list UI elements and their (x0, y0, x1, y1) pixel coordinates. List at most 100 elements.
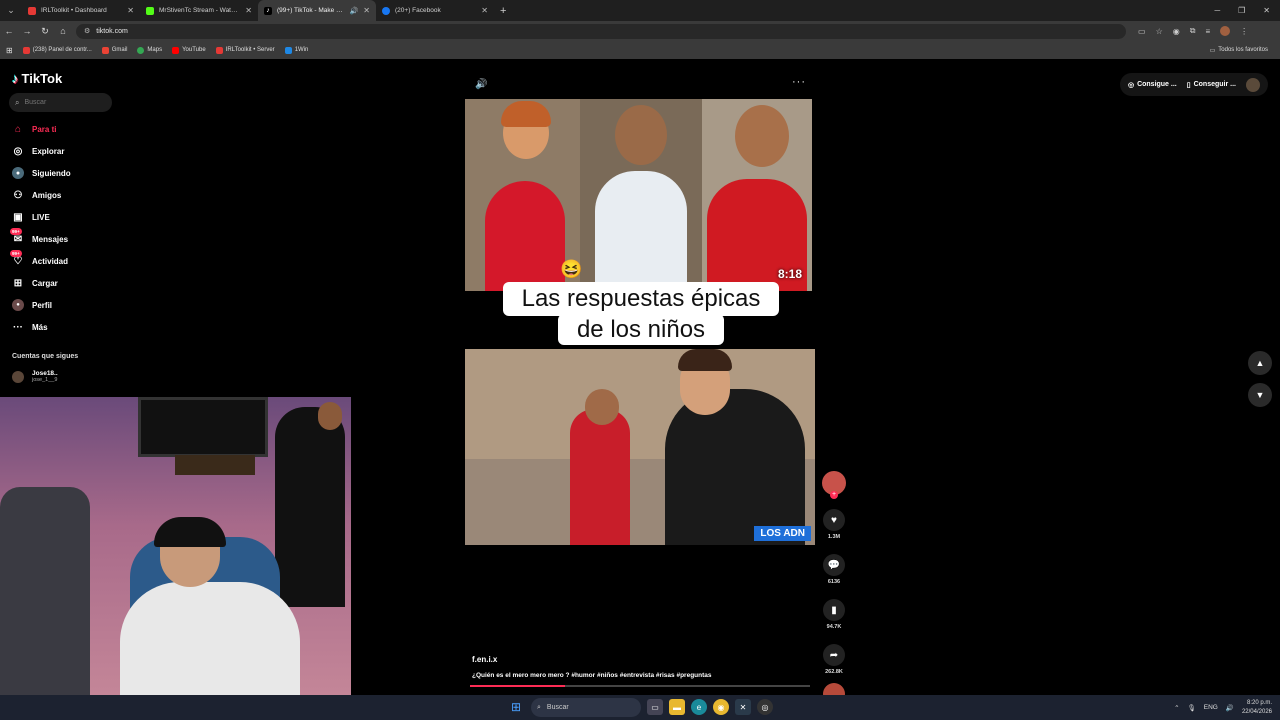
file-explorer-icon[interactable]: ▬ (669, 699, 685, 715)
creator-avatar[interactable]: + (822, 471, 846, 499)
restore-icon[interactable]: ❐ (1238, 6, 1245, 15)
microphone-icon[interactable]: 🎙 (1188, 704, 1196, 712)
close-icon[interactable]: ✕ (481, 6, 488, 15)
save-count: 94.7K (826, 624, 842, 630)
tray-expand-icon[interactable]: ⌃ (1174, 704, 1179, 712)
obs-icon[interactable]: ◎ (757, 699, 773, 715)
kid-red-shirt (485, 181, 565, 291)
close-icon[interactable]: ✕ (363, 6, 370, 15)
share-button[interactable]: ➦ (823, 644, 845, 666)
language-indicator[interactable]: ENG (1204, 704, 1218, 711)
tiktok-favicon-icon: ♪ (264, 6, 272, 15)
bookmark-gmail[interactable]: Gmail (101, 46, 127, 54)
sidebar-item-cargar[interactable]: ⊞ Cargar (12, 277, 58, 289)
bookmark-maps[interactable]: Maps (137, 46, 162, 54)
following-section-title: Cuentas que sigues (12, 353, 79, 360)
bookmark-icon: ▮ (831, 604, 837, 616)
apps-grid-icon[interactable]: ⊞ (6, 46, 13, 55)
tab-search-icon[interactable]: ⌄ (0, 0, 22, 21)
shelf (175, 455, 255, 475)
media-control-icon[interactable]: ≡ (1205, 27, 1210, 36)
bookmark-panel[interactable]: (238) Panel de contr... (22, 46, 92, 54)
man-hair (678, 349, 732, 371)
bookmark-star-icon[interactable]: ☆ (1156, 27, 1163, 36)
previous-video-button[interactable]: ▲ (1248, 351, 1272, 375)
search-input[interactable] (24, 99, 105, 106)
chrome-icon[interactable]: ◉ (713, 699, 729, 715)
browser-tab-bar: ⌄ IRLToolkit • Dashboard ✕ MrStivenTc St… (0, 0, 1280, 21)
man-black-jacket (665, 389, 805, 545)
taskbar-search[interactable]: ⌕ Buscar (531, 698, 641, 717)
chevron-up-icon: ▲ (1255, 358, 1265, 368)
get-coins-button[interactable]: ◎ Consigue ... (1128, 81, 1177, 89)
url-field[interactable]: ⚙ tiktok.com (76, 23, 1126, 39)
back-icon[interactable]: ← (0, 26, 18, 36)
onewin-icon (284, 46, 292, 54)
follow-plus-icon[interactable]: + (830, 491, 838, 499)
search-icon: ⌕ (537, 703, 541, 711)
sidebar-item-mas[interactable]: ··· Más (12, 321, 48, 333)
reload-icon[interactable]: ↻ (36, 26, 54, 37)
following-account[interactable]: Jose18.. jose_1__9 (12, 370, 58, 383)
like-button[interactable]: ♥ (823, 509, 845, 531)
sidebar-item-amigos[interactable]: ⚇ Amigos (12, 189, 62, 201)
chevron-down-icon: ▼ (1255, 390, 1265, 400)
sidebar-item-para-ti[interactable]: ⌂ Para ti (12, 123, 57, 135)
video-description: ¿Quién es el mero mero mero ? #humor #ni… (472, 672, 712, 679)
share-icon: ➦ (829, 649, 839, 661)
clock[interactable]: 8:20 p.m. 22/04/2026 (1242, 699, 1272, 717)
user-avatar[interactable] (1246, 77, 1260, 92)
sidebar-item-explorar[interactable]: ◎ Explorar (12, 145, 65, 157)
close-icon[interactable]: ✕ (245, 6, 252, 15)
task-view-icon[interactable]: ▭ (647, 699, 663, 715)
save-button[interactable]: ▮ (823, 599, 845, 621)
forward-icon[interactable]: → (18, 26, 36, 36)
site-info-icon[interactable]: ⚙ (84, 27, 90, 35)
speaker-icon[interactable]: 🔊 (350, 7, 359, 15)
video-progress-bar[interactable] (470, 685, 810, 687)
sidebar-item-siguiendo[interactable]: ● Siguiendo (12, 167, 71, 179)
video-author[interactable]: f.en.i.x (472, 655, 497, 664)
tab-facebook[interactable]: (20+) Facebook ✕ (376, 0, 494, 21)
browser-menu-icon[interactable]: ⋮ (1240, 27, 1248, 36)
new-tab-button[interactable]: + (500, 5, 506, 17)
sidebar-item-live[interactable]: ▣ LIVE (12, 211, 50, 223)
friends-icon: ⚇ (13, 189, 23, 201)
extension-icon[interactable]: ◉ (1173, 27, 1180, 36)
tab-tiktok[interactable]: ♪ (99+) TikTok - Make Your Da 🔊 ✕ (258, 0, 376, 21)
volume-icon[interactable]: 🔊 (475, 79, 487, 90)
sidebar-item-perfil[interactable]: ● Perfil (12, 299, 52, 311)
volume-icon[interactable]: 🔊 (1226, 704, 1234, 712)
bookmark-1win[interactable]: 1Win (284, 46, 308, 54)
video-progress-fill (470, 685, 566, 687)
home-page-icon[interactable]: ⌂ (54, 26, 72, 36)
cast-icon[interactable]: ▭ (1138, 27, 1146, 36)
minimize-icon[interactable]: ─ (1214, 6, 1220, 15)
get-app-button[interactable]: ▯ Conseguir ... (1187, 81, 1236, 89)
close-window-icon[interactable]: ✕ (1263, 6, 1270, 15)
tiktok-logo[interactable]: ♪ TikTok (12, 71, 62, 86)
video-caption-line1: Las respuestas épicas (503, 282, 779, 316)
tab-kick-stream[interactable]: MrStivenTc Stream - Watch Liv ✕ (140, 0, 258, 21)
laughing-emoji-icon: 😆 (560, 259, 583, 279)
background-person (275, 407, 345, 607)
top-right-actions: ◎ Consigue ... ▯ Conseguir ... (1119, 73, 1268, 96)
kid-head (585, 389, 619, 425)
profile-avatar[interactable] (1220, 26, 1231, 36)
video-player[interactable]: 😆 8:18 Las respuestas épicas de los niño… (465, 99, 815, 547)
close-icon[interactable]: ✕ (127, 6, 134, 15)
sidebar-item-mensajes[interactable]: ✉ 99+ Mensajes (10, 228, 68, 245)
bookmark-irltoolkit[interactable]: IRLToolkit • Server (215, 46, 275, 54)
windows-start-icon[interactable]: ⊞ (511, 700, 521, 714)
tab-irltoolkit[interactable]: IRLToolkit • Dashboard ✕ (22, 0, 140, 21)
all-bookmarks[interactable]: ▭ Todos los favoritos (1210, 41, 1268, 59)
extensions-puzzle-icon[interactable]: ⧉ (1190, 26, 1196, 36)
edge-icon[interactable]: e (691, 699, 707, 715)
next-video-button[interactable]: ▼ (1248, 383, 1272, 407)
sidebar-item-actividad[interactable]: ♡ 99+ Actividad (10, 250, 68, 267)
bookmark-youtube[interactable]: YouTube (172, 46, 206, 54)
capcut-icon[interactable]: ✕ (735, 699, 751, 715)
search-bar[interactable]: ⌕ (9, 93, 112, 112)
comment-button[interactable]: 💬 (823, 554, 845, 576)
more-options-icon[interactable]: ··· (792, 76, 806, 88)
